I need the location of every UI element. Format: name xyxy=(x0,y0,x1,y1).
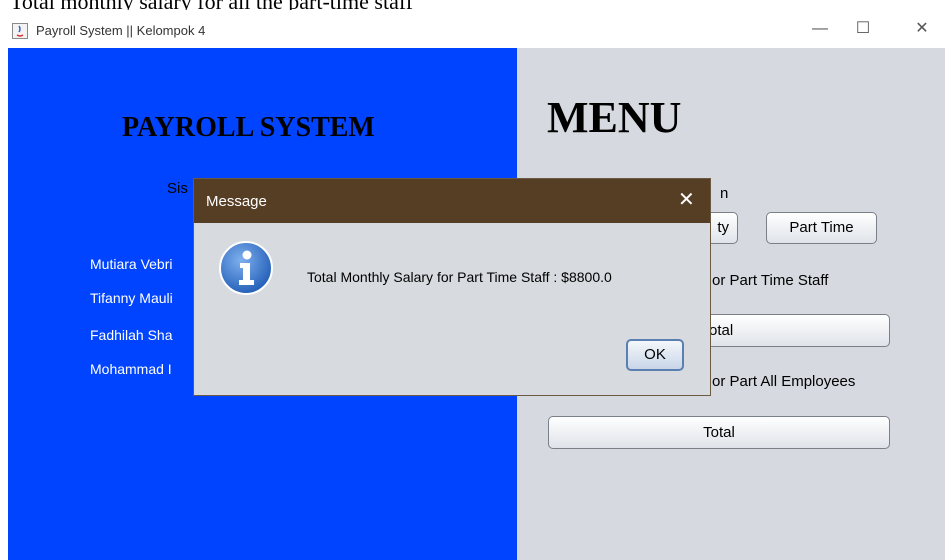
member-name: Mohammad I xyxy=(90,361,172,377)
all-employees-total-label: or Part All Employees xyxy=(712,373,856,390)
member-name: Mutiara Vebri xyxy=(90,256,173,272)
window-titlebar: Payroll System || Kelompok 4 — ☐ ✕ xyxy=(0,10,945,48)
ok-button[interactable]: OK xyxy=(626,339,684,371)
part-time-total-label: or Part Time Staff xyxy=(712,272,829,289)
dialog-title: Message xyxy=(206,193,267,210)
dialog-close-button[interactable]: ✕ xyxy=(678,187,695,212)
system-subtitle: Sis xyxy=(167,180,188,197)
info-icon xyxy=(219,241,273,295)
all-employees-total-button[interactable]: Total xyxy=(548,416,890,449)
maximize-button[interactable]: ☐ xyxy=(843,15,883,43)
part-time-total-button[interactable]: otal xyxy=(690,314,890,347)
employee-type-label: n xyxy=(720,185,729,202)
dialog-titlebar: Message ✕ xyxy=(194,179,710,223)
window-title: Payroll System || Kelompok 4 xyxy=(36,23,206,38)
menu-title: MENU xyxy=(547,93,682,142)
close-window-button[interactable]: ✕ xyxy=(902,15,942,43)
dialog-message: Total Monthly Salary for Part Time Staff… xyxy=(307,269,612,285)
java-app-icon xyxy=(12,23,28,39)
minimize-button[interactable]: — xyxy=(800,15,840,43)
message-dialog: Message ✕ Total Monthly Salary for Part … xyxy=(193,178,711,396)
member-name: Tifanny Mauli xyxy=(90,290,173,306)
part-time-button[interactable]: Part Time xyxy=(766,212,877,244)
member-name: Fadhilah Sha xyxy=(90,327,173,343)
payroll-system-title: PAYROLL SYSTEM xyxy=(122,112,375,143)
